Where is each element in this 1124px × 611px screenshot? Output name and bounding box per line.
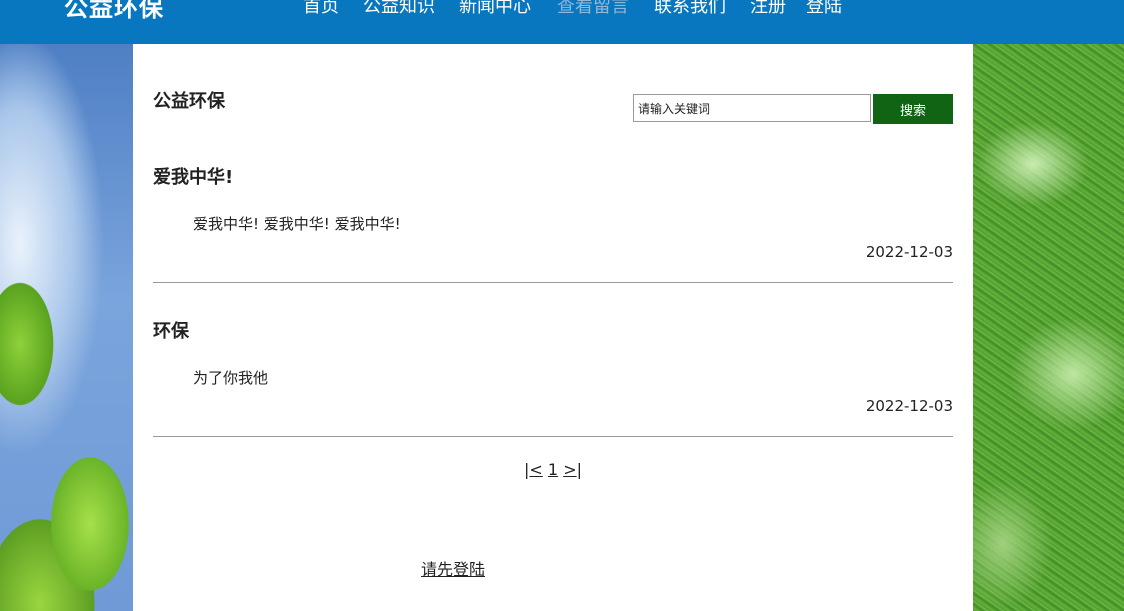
nav-item-knowledge[interactable]: 公益知识 bbox=[363, 0, 435, 23]
message-title: 爱我中华! bbox=[153, 167, 234, 188]
pager-next-link[interactable]: > bbox=[563, 460, 576, 479]
nav-item-login[interactable]: 登陆 bbox=[806, 0, 842, 23]
nav-item-contact[interactable]: 联系我们 bbox=[654, 0, 726, 23]
message-date: 2022-12-03 bbox=[865, 243, 953, 261]
search-button[interactable]: 搜索 bbox=[873, 94, 953, 124]
site-logo-title: 公益环保 bbox=[64, 0, 164, 22]
search-input[interactable] bbox=[633, 94, 871, 122]
nav-item-home[interactable]: 首页 bbox=[303, 0, 339, 23]
background-left-leaves bbox=[0, 44, 133, 611]
login-prompt-link[interactable]: 请先登陆 bbox=[421, 556, 485, 580]
top-nav-bar: 公益环保 首页 公益知识 新闻中心 查看留言 联系我们 注册 登陆 bbox=[0, 0, 1124, 44]
message-divider bbox=[153, 436, 953, 437]
message-divider bbox=[153, 282, 953, 283]
message-title: 环保 bbox=[153, 321, 189, 342]
message-body: 为了你我他 bbox=[193, 369, 269, 387]
pager-prev-link[interactable]: < bbox=[529, 460, 542, 479]
nav-item-news[interactable]: 新闻中心 bbox=[459, 0, 531, 23]
section-title: 公益环保 bbox=[153, 91, 225, 112]
pager-bracket-close: | bbox=[576, 460, 582, 479]
pagination: |< 1 >| bbox=[133, 460, 973, 479]
main-content-panel: 公益环保 搜索 爱我中华! 爱我中华! 爱我中华! 爱我中华! 2022-12-… bbox=[133, 44, 973, 611]
pager-page-link[interactable]: 1 bbox=[548, 460, 558, 479]
message-date: 2022-12-03 bbox=[865, 397, 953, 415]
background-right-grass bbox=[973, 44, 1124, 611]
nav-item-messages[interactable]: 查看留言 bbox=[557, 0, 629, 23]
nav-item-register[interactable]: 注册 bbox=[750, 0, 786, 23]
message-body: 爱我中华! 爱我中华! 爱我中华! bbox=[193, 215, 401, 233]
